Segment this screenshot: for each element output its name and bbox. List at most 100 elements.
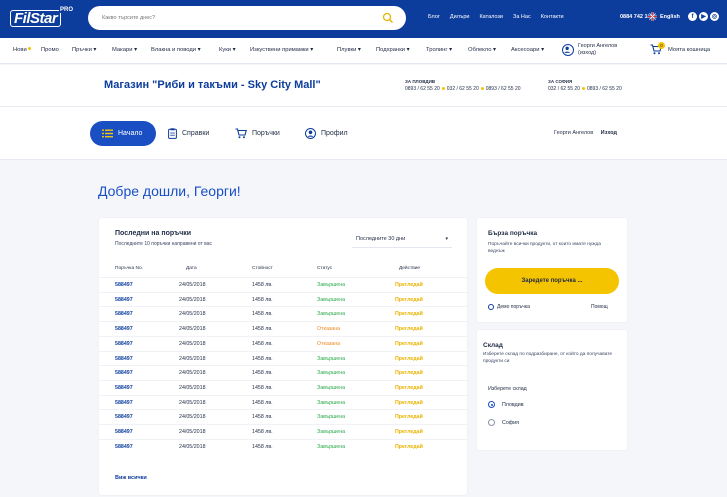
column-header: Статус [317, 266, 333, 271]
warehouse-option-plovdiv[interactable]: Пловдив [488, 401, 524, 408]
warehouse-desc: Изберете склад по подразбиране, от който… [483, 352, 613, 364]
order-value: 1458 лв. [252, 340, 273, 347]
order-number-link[interactable]: 588497 [115, 429, 133, 435]
nav-item[interactable]: Макари ▾ [112, 47, 137, 53]
order-number-link[interactable]: 588497 [115, 414, 133, 420]
help-link[interactable]: Помощ [591, 304, 608, 310]
view-order-link[interactable]: Прегледай [395, 385, 423, 391]
nav-item[interactable]: Подхранки ▾ [376, 47, 410, 53]
see-all-link[interactable]: Виж всички [115, 475, 147, 481]
user-icon [562, 43, 574, 56]
view-order-link[interactable]: Прегледай [395, 444, 423, 450]
view-order-link[interactable]: Прегледай [395, 414, 423, 420]
view-order-link[interactable]: Прегледай [395, 356, 423, 362]
demo-order-label: Демо поръчка [497, 304, 530, 310]
order-status: Завършена [317, 414, 346, 421]
quick-order-title: Бърза поръчка [488, 230, 538, 237]
new-dot-icon [27, 47, 31, 50]
search-icon[interactable] [382, 12, 394, 24]
phone-link[interactable]: 032 / 62 55 20 [548, 86, 580, 92]
warehouse-option-sofia[interactable]: София [488, 419, 519, 426]
order-number-link[interactable]: 588497 [115, 297, 133, 303]
order-number-link[interactable]: 588497 [115, 356, 133, 362]
store-title: Магазин "Риби и такъми - Sky City Mall" [104, 79, 321, 91]
tab-reports[interactable]: Справки [168, 121, 209, 146]
city-name: ЗА ПЛОВДИВ [405, 79, 436, 84]
view-order-link[interactable]: Прегледай [395, 400, 423, 406]
facebook-icon[interactable]: f [688, 12, 697, 21]
nav-item[interactable]: Куки ▾ [219, 47, 236, 53]
order-value: 1458 лв. [252, 443, 273, 450]
period-select[interactable]: Последните 30 дни ▾ [352, 232, 452, 248]
link-contacts[interactable]: Контакти [541, 14, 564, 20]
view-order-link[interactable]: Прегледай [395, 326, 423, 332]
column-header: Поръчка No. [115, 266, 143, 271]
search-input[interactable] [102, 12, 372, 24]
nav-item[interactable]: Нови [13, 47, 31, 53]
separator-dot-icon [441, 87, 445, 91]
logo-text: FilStar [10, 10, 62, 27]
order-number-link[interactable]: 588497 [115, 282, 133, 288]
order-number-link[interactable]: 588497 [115, 444, 133, 450]
order-number-link[interactable]: 588497 [115, 370, 133, 376]
order-number-link[interactable]: 588497 [115, 311, 133, 317]
view-order-link[interactable]: Прегледай [395, 297, 423, 303]
column-header: Дата [186, 266, 197, 271]
phone-link[interactable]: 0893 / 62 55 20 [587, 86, 622, 92]
logout-link[interactable]: Изход [601, 130, 617, 136]
nav-item[interactable]: Изкуствени примамки ▾ [250, 47, 313, 53]
quick-order-card: Бърза поръчка Поръчайте всички продукти,… [477, 218, 627, 322]
link-blog[interactable]: Блог [428, 14, 440, 20]
cart-icon [235, 128, 247, 139]
tab-orders[interactable]: Поръчки [235, 121, 280, 146]
link-catalogs[interactable]: Каталози [479, 14, 503, 20]
nav-item[interactable]: Тролинг ▾ [426, 47, 452, 53]
warehouse-card: Склад Изберете склад по подразбиране, от… [477, 330, 627, 450]
order-date: 24/05/2018 [179, 399, 206, 406]
nav-item[interactable]: Промо [41, 47, 59, 53]
tab-profile[interactable]: Профил [305, 121, 348, 146]
user-account[interactable]: Георги Ангелов (изход) [562, 43, 617, 56]
order-number-link[interactable]: 588497 [115, 400, 133, 406]
language-switch[interactable]: English [648, 12, 680, 21]
warehouse-title: Склад [483, 342, 503, 349]
phone-link[interactable]: 032 / 62 55 20 [447, 86, 479, 92]
order-value: 1458 лв. [252, 429, 273, 435]
order-number-link[interactable]: 588497 [115, 385, 133, 391]
view-order-link[interactable]: Прегледай [395, 429, 423, 435]
order-status: Завършена [317, 384, 346, 391]
order-value: 1458 лв. [252, 384, 273, 391]
cart-button[interactable]: 0 Моята кошница [650, 42, 710, 55]
warehouse-label: Изберете склад [488, 386, 527, 392]
radio-button[interactable] [488, 419, 495, 426]
youtube-icon[interactable]: ▶ [699, 12, 708, 21]
nav-item[interactable]: Плувки ▾ [337, 47, 361, 53]
nav-item[interactable]: Облекло ▾ [468, 47, 496, 53]
view-order-link[interactable]: Прегледай [395, 370, 423, 376]
user-logout-link[interactable]: (изход) [578, 50, 617, 57]
view-order-link[interactable]: Прегледай [395, 341, 423, 347]
phone-link[interactable]: 0893 / 62 55 20 [486, 86, 521, 92]
nav-item[interactable]: Аксесоари ▾ [511, 47, 544, 53]
order-date: 24/05/2018 [179, 282, 206, 288]
tab-home[interactable]: Начало [90, 121, 157, 146]
nav-item[interactable]: Влакна и поводи ▾ [151, 47, 201, 53]
instagram-icon[interactable]: ◎ [710, 12, 719, 21]
load-order-button[interactable]: Заредете поръчка ... [485, 268, 619, 294]
nav-item[interactable]: Пръчки ▾ [72, 47, 96, 53]
order-number-link[interactable]: 588497 [115, 326, 133, 332]
link-dealers[interactable]: Дилъри [450, 14, 470, 20]
chevron-down-icon: ▾ [445, 236, 448, 242]
demo-order-link[interactable]: Демо поръчка [488, 304, 530, 310]
order-value: 1458 лв. [252, 326, 273, 333]
radio-button[interactable] [488, 401, 495, 408]
phone-link[interactable]: 0893 / 62 55 20 [405, 86, 440, 92]
logo-pro: PRO [58, 7, 74, 13]
view-order-link[interactable]: Прегледай [395, 311, 423, 317]
link-about[interactable]: За Нас [513, 14, 531, 20]
table-row: 588497 24/05/2018 1458 лв. Завършена Преглед… [99, 306, 467, 320]
filstar-logo[interactable]: FilStar PRO [10, 7, 74, 28]
order-number-link[interactable]: 588497 [115, 341, 133, 347]
city-name: ЗА СОФИЯ [548, 79, 573, 84]
view-order-link[interactable]: Прегледай [395, 282, 423, 288]
